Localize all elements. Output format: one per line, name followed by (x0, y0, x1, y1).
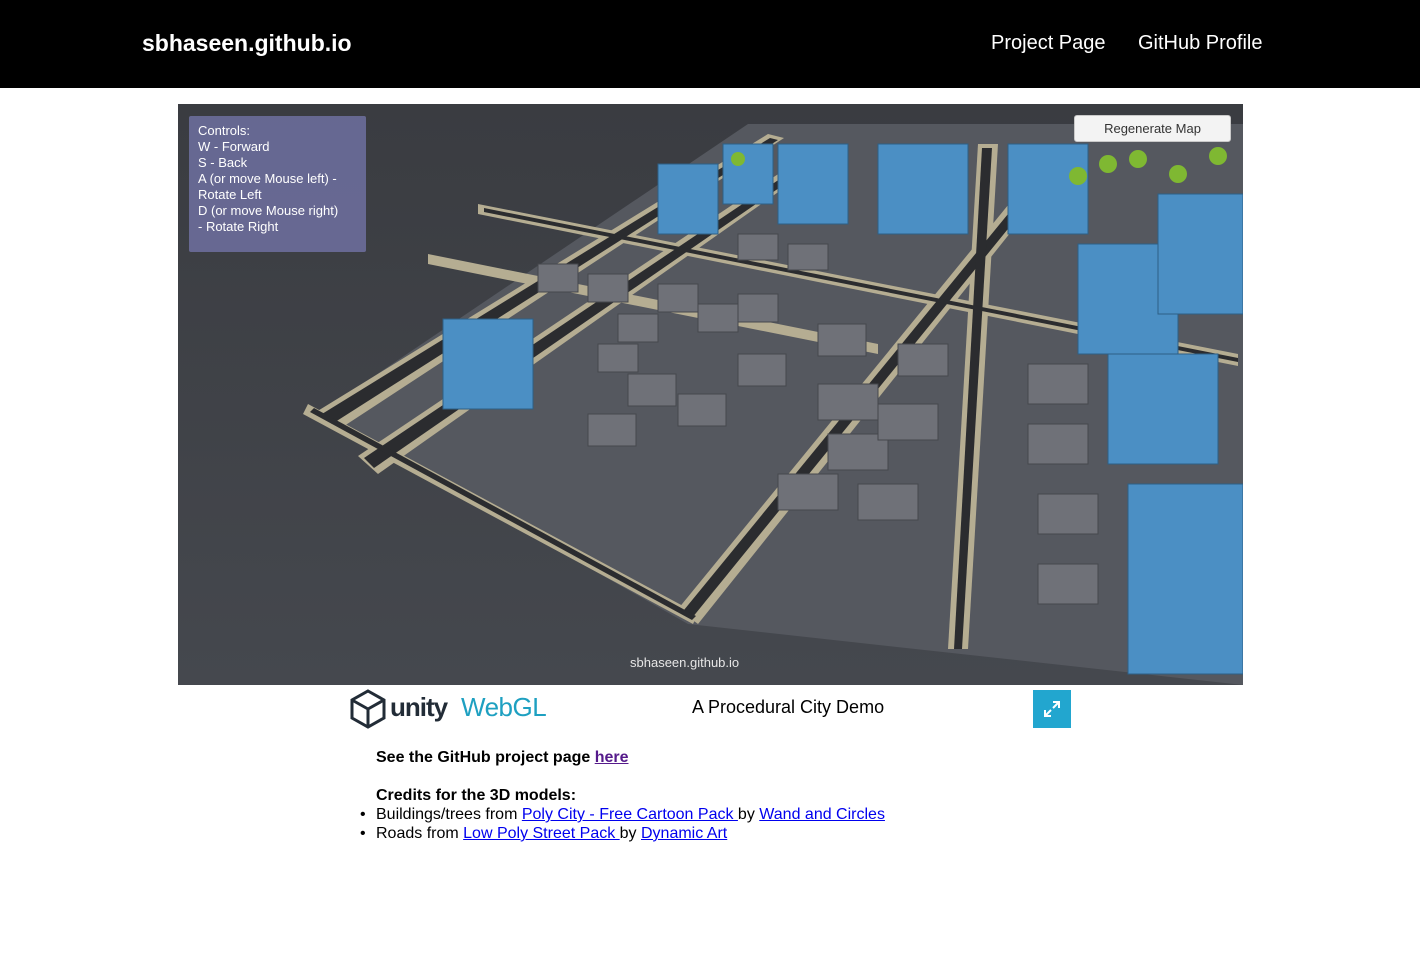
site-brand-link[interactable]: sbhaseen.github.io (142, 30, 352, 57)
controls-line: A (or move Mouse left) - (198, 171, 337, 186)
poly-city-link[interactable]: Poly City - Free Cartoon Pack (522, 806, 738, 823)
credit-prefix: Roads from (376, 825, 464, 842)
unity-wordmark: unity (390, 692, 448, 722)
nav-project-page-link[interactable]: Project Page (991, 32, 1106, 55)
controls-line: Rotate Left (198, 187, 262, 202)
controls-help-panel: Controls: W - Forward S - Back A (or mov… (189, 116, 366, 252)
canvas-watermark: sbhaseen.github.io (630, 655, 740, 670)
nav-github-profile-link[interactable]: GitHub Profile (1138, 32, 1263, 55)
unity-webgl-logo: unity WebGL (348, 689, 553, 729)
controls-heading: Controls: (198, 123, 251, 138)
webgl-wordmark: WebGL (461, 692, 547, 722)
credit-item-roads: • Roads from Low Poly Street Pack by Dyn… (360, 824, 885, 843)
dynamic-art-link[interactable]: Dynamic Art (641, 825, 727, 842)
controls-line: W - Forward (198, 139, 270, 154)
fullscreen-button[interactable] (1033, 690, 1071, 728)
bullet-icon: • (360, 806, 366, 823)
low-poly-street-pack-link[interactable]: Low Poly Street Pack (463, 825, 620, 842)
demo-title: A Procedural City Demo (692, 697, 885, 717)
controls-line: - Rotate Right (198, 219, 279, 234)
wand-and-circles-link[interactable]: Wand and Circles (759, 806, 885, 823)
controls-line: D (or move Mouse right) (198, 203, 339, 218)
credit-by: by (619, 825, 641, 842)
unity-footer-bar: unity WebGL A Procedural City Demo (178, 685, 1243, 733)
unity-game-canvas[interactable]: Controls: W - Forward S - Back A (or mov… (178, 104, 1243, 685)
github-project-line: See the GitHub project page here (376, 748, 885, 767)
page-content: See the GitHub project page here Credits… (360, 748, 885, 843)
controls-line: S - Back (198, 155, 248, 170)
github-project-here-link[interactable]: here (595, 749, 629, 766)
bullet-icon: • (360, 825, 366, 842)
top-navbar: sbhaseen.github.io Project Page GitHub P… (0, 0, 1420, 88)
credit-prefix: Buildings/trees from (376, 806, 522, 823)
fullscreen-icon (1044, 701, 1060, 717)
github-project-text: See the GitHub project page (376, 749, 595, 766)
credit-item-buildings: • Buildings/trees from Poly City - Free … (360, 805, 885, 824)
credit-by: by (737, 806, 760, 823)
credits-heading: Credits for the 3D models: (376, 787, 577, 804)
regenerate-map-button[interactable]: Regenerate Map (1074, 115, 1231, 142)
credits-list: • Buildings/trees from Poly City - Free … (360, 805, 885, 843)
unity-cube-icon (350, 689, 386, 729)
